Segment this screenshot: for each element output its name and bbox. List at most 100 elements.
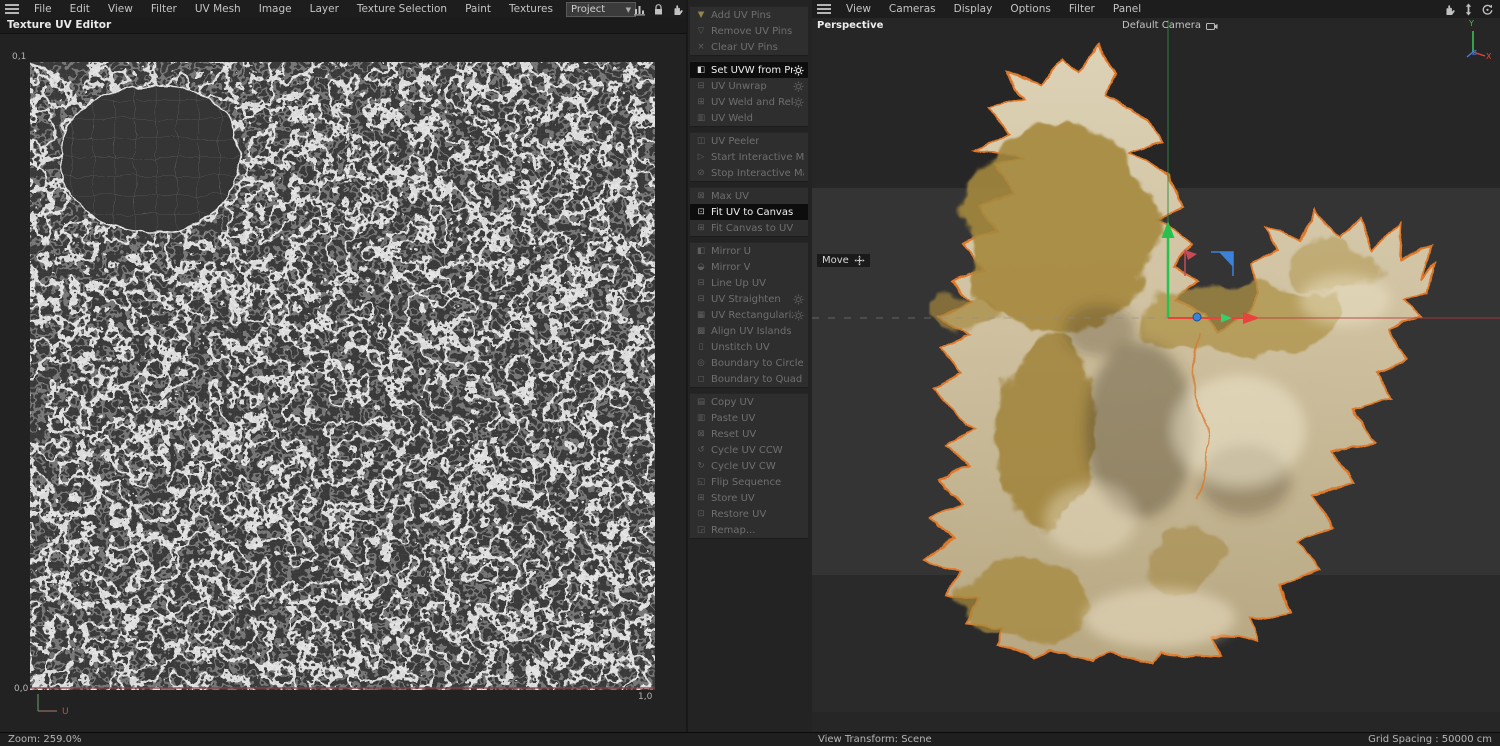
- menu-filter[interactable]: Filter: [142, 3, 186, 15]
- menu-texture-selection[interactable]: Texture Selection: [348, 3, 456, 15]
- menu-textures[interactable]: Textures: [500, 3, 562, 15]
- cmd-restore-uv[interactable]: ⊡ Restore UV: [690, 506, 808, 522]
- vp-menu-display[interactable]: Display: [945, 3, 1002, 15]
- cmd-copy-uv[interactable]: ▤ Copy UV: [690, 394, 808, 410]
- gizmo-z-handle[interactable]: [1192, 312, 1202, 322]
- vp-menu-options[interactable]: Options: [1001, 3, 1060, 15]
- cmd-set-uvw-from-projection[interactable]: ◧ Set UVW from Projection: [690, 62, 808, 78]
- cmd-flip-sequence[interactable]: ◱ Flip Sequence: [690, 474, 808, 490]
- application-window: File Edit View Filter UV Mesh Image Laye…: [0, 0, 1500, 746]
- viewport-3d[interactable]: Perspective Default Camera Move Y X Z: [812, 18, 1500, 732]
- cmd-label: UV Weld and Relax: [711, 96, 793, 108]
- uv-canvas[interactable]: [30, 62, 655, 690]
- vp-menu-panel[interactable]: Panel: [1104, 3, 1150, 15]
- mirror-v-icon: ◒: [697, 262, 705, 272]
- cmd-label: UV Peeler: [711, 135, 760, 147]
- cmd-add-uv-pins[interactable]: ▼ Add UV Pins: [690, 7, 808, 23]
- cmd-uv-weld-and-relax[interactable]: ⊞ UV Weld and Relax: [690, 94, 808, 110]
- weld-relax-icon: ⊞: [697, 97, 705, 107]
- cmd-label: Stop Interactive Mapping: [711, 167, 804, 179]
- cmd-label: Set UVW from Projection: [711, 64, 793, 76]
- hamburger-menu-icon[interactable]: [5, 4, 19, 14]
- boundary-quad-icon: ◻: [697, 374, 705, 384]
- coral-model[interactable]: [924, 44, 1436, 666]
- settings-gear-icon[interactable]: [793, 293, 804, 305]
- cmd-reset-uv[interactable]: ⊠ Reset UV: [690, 426, 808, 442]
- vp-menu-filter[interactable]: Filter: [1060, 3, 1104, 15]
- cmd-label: Max UV: [711, 190, 750, 202]
- settings-gear-icon[interactable]: [793, 80, 804, 92]
- hamburger-menu-icon[interactable]: [817, 4, 831, 14]
- cmd-align-uv-islands[interactable]: ▩ Align UV Islands: [690, 323, 808, 339]
- orbit-rotate-icon[interactable]: [1480, 2, 1495, 16]
- cmd-store-uv[interactable]: ⊞ Store UV: [690, 490, 808, 506]
- menu-view[interactable]: View: [99, 3, 142, 15]
- uv-commands-panel: ▼ Add UV Pins ▽ Remove UV Pins × Clear UV P…: [686, 0, 816, 732]
- project-dropdown[interactable]: Project ▼: [566, 2, 636, 17]
- view-transform-status: View Transform: Scene: [818, 734, 932, 745]
- lock-icon[interactable]: [651, 2, 666, 16]
- rotate-ccw-icon: ↺: [697, 445, 705, 455]
- uv-axis-gizmo: U: [37, 694, 69, 717]
- cmd-fit-uv-to-canvas[interactable]: ⊡ Fit UV to Canvas: [690, 204, 808, 220]
- unstitch-icon: ▯: [698, 342, 704, 352]
- pan-hand-icon[interactable]: [670, 2, 685, 16]
- settings-gear-icon[interactable]: [793, 309, 804, 321]
- menu-image[interactable]: Image: [250, 3, 301, 15]
- restore-icon: ⊡: [697, 509, 705, 519]
- uv-large-island: [60, 85, 240, 233]
- cmd-boundary-to-quad[interactable]: ◻ Boundary to Quad: [690, 371, 808, 387]
- cmd-boundary-to-circle[interactable]: ◎ Boundary to Circle: [690, 355, 808, 371]
- cmd-line-up-uv[interactable]: ⊟ Line Up UV: [690, 275, 808, 291]
- uv-coord-bottom-left: 0,0: [14, 684, 29, 694]
- settings-gear-icon[interactable]: [793, 64, 804, 76]
- cmd-paste-uv[interactable]: ▥ Paste UV: [690, 410, 808, 426]
- cmd-label: Mirror U: [711, 245, 751, 257]
- uv-editor-menubar: File Edit View Filter UV Mesh Image Laye…: [0, 0, 700, 19]
- vp-menu-cameras[interactable]: Cameras: [880, 3, 945, 15]
- cmd-label: Add UV Pins: [711, 9, 772, 21]
- cmd-uv-straighten[interactable]: ⊟ UV Straighten: [690, 291, 808, 307]
- cmd-stop-interactive-mapping[interactable]: ⊘ Stop Interactive Mapping: [690, 165, 808, 181]
- cmd-label: Remap...: [711, 524, 756, 536]
- cmd-uv-unwrap[interactable]: ⊟ UV Unwrap: [690, 78, 808, 94]
- cmd-label: Boundary to Quad: [711, 373, 803, 385]
- cmd-mirror-v[interactable]: ◒ Mirror V: [690, 259, 808, 275]
- menu-file[interactable]: File: [25, 3, 61, 15]
- cmd-cycle-uv-cw[interactable]: ↻ Cycle UV CW: [690, 458, 808, 474]
- viewport-axis-gizmo[interactable]: Y X Z: [1460, 19, 1494, 64]
- cmd-remove-uv-pins[interactable]: ▽ Remove UV Pins: [690, 23, 808, 39]
- uv-axis-u-label: U: [62, 707, 69, 717]
- view-projection-label[interactable]: Perspective: [817, 20, 883, 31]
- cmd-uv-peeler[interactable]: ◫ UV Peeler: [690, 133, 808, 149]
- cmd-unstitch-uv[interactable]: ▯ Unstitch UV: [690, 339, 808, 355]
- cmd-cycle-uv-ccw[interactable]: ↺ Cycle UV CCW: [690, 442, 808, 458]
- dolly-updown-icon[interactable]: [1461, 2, 1476, 16]
- cmd-remap[interactable]: ◲ Remap...: [690, 522, 808, 538]
- menu-paint[interactable]: Paint: [456, 3, 500, 15]
- menu-layer[interactable]: Layer: [301, 3, 348, 15]
- cmd-uv-weld[interactable]: ▥ UV Weld: [690, 110, 808, 126]
- cmd-fit-canvas-to-uv[interactable]: ⊞ Fit Canvas to UV: [690, 220, 808, 236]
- menu-edit[interactable]: Edit: [61, 3, 99, 15]
- uv-editor-tab[interactable]: Texture UV Editor: [0, 18, 686, 34]
- camera-label[interactable]: Default Camera: [1122, 20, 1218, 31]
- cmd-label: Mirror V: [711, 261, 751, 273]
- menu-uv-mesh[interactable]: UV Mesh: [186, 3, 250, 15]
- histogram-icon[interactable]: [632, 2, 647, 16]
- settings-gear-icon[interactable]: [793, 96, 804, 108]
- cmd-clear-uv-pins[interactable]: × Clear UV Pins: [690, 39, 808, 55]
- axis-x-label: X: [1486, 52, 1492, 61]
- cmd-uv-rectangularize[interactable]: ▦ UV Rectangularize: [690, 307, 808, 323]
- pan-hand-icon[interactable]: [1442, 2, 1457, 16]
- uv-coord-top-left: 0,1: [12, 52, 27, 62]
- chevron-down-icon: ▼: [625, 5, 631, 14]
- status-bar: Zoom: 259.0% View Transform: Scene Grid …: [0, 732, 1500, 746]
- cmd-mirror-u[interactable]: ◧ Mirror U: [690, 243, 808, 259]
- vp-menu-view[interactable]: View: [837, 3, 880, 15]
- scene-graphic: [812, 20, 1500, 666]
- rotate-cw-icon: ↻: [697, 461, 705, 471]
- cmd-start-interactive-mapping[interactable]: ▷ Start Interactive Mapping: [690, 149, 808, 165]
- active-tool-label: Move: [822, 255, 849, 266]
- cmd-max-uv[interactable]: ⊠ Max UV: [690, 188, 808, 204]
